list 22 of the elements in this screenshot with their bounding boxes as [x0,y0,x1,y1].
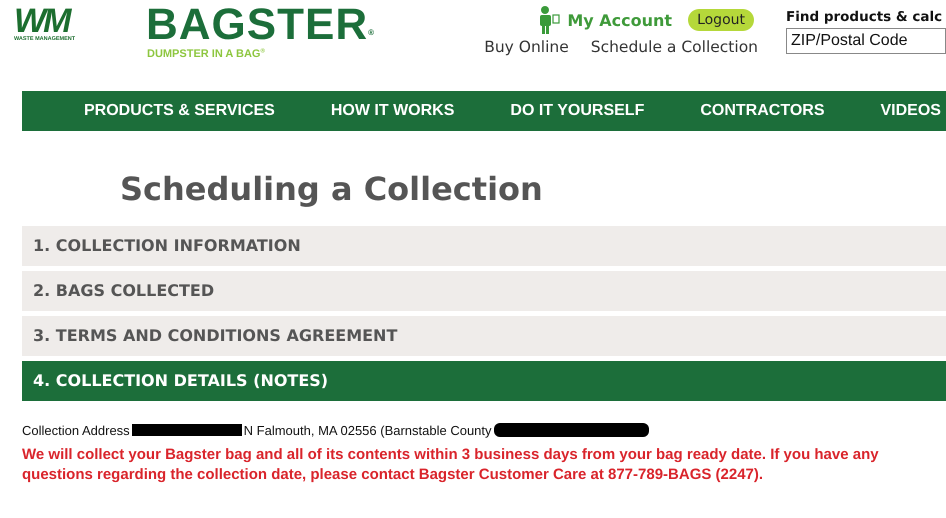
nav-item[interactable]: DO IT YOURSELF [510,102,644,120]
header-link[interactable]: Schedule a Collection [590,38,758,56]
logout-button[interactable]: Logout [688,9,754,31]
finder-label: Find products & calc [786,9,944,25]
person-icon [539,5,562,35]
address-label: Collection Address [22,422,130,438]
accordion-header[interactable]: 2. BAGS COLLECTED [22,271,946,311]
zip-field[interactable]: ZIP/Postal Code [786,28,946,54]
nav-item[interactable]: PRODUCTS & SERVICES [84,102,275,120]
my-account-link[interactable]: My Account [567,10,672,30]
nav-item[interactable]: CONTRACTORS [700,102,824,120]
nav-item[interactable]: VIDEOS [880,102,941,120]
collection-notice: We will collect your Bagster bag and all of its contents within 3 business days from your bag ready date. If you have any questions regarding the collection date, please contact Bagster Customer Care at 877-789-BAGS (2247). [22,445,880,485]
accordion-header[interactable]: 1. COLLECTION INFORMATION [22,226,946,266]
wm-logo-mark: WM [14,6,68,36]
header-link[interactable]: Buy Online [484,38,569,56]
page-title: Scheduling a Collection [120,169,544,209]
brand-tagline: DUMPSTER IN A BAG$^{®}$ [147,48,266,60]
accordion-header[interactable]: 4. COLLECTION DETAILS (NOTES) [22,361,946,401]
accordion-header[interactable]: 3. TERMS AND CONDITIONS AGREEMENT [22,316,946,356]
nav-item[interactable]: HOW IT WORKS [330,102,454,120]
address-text: N Falmouth, MA 02556 (Barnstable County [244,422,492,438]
